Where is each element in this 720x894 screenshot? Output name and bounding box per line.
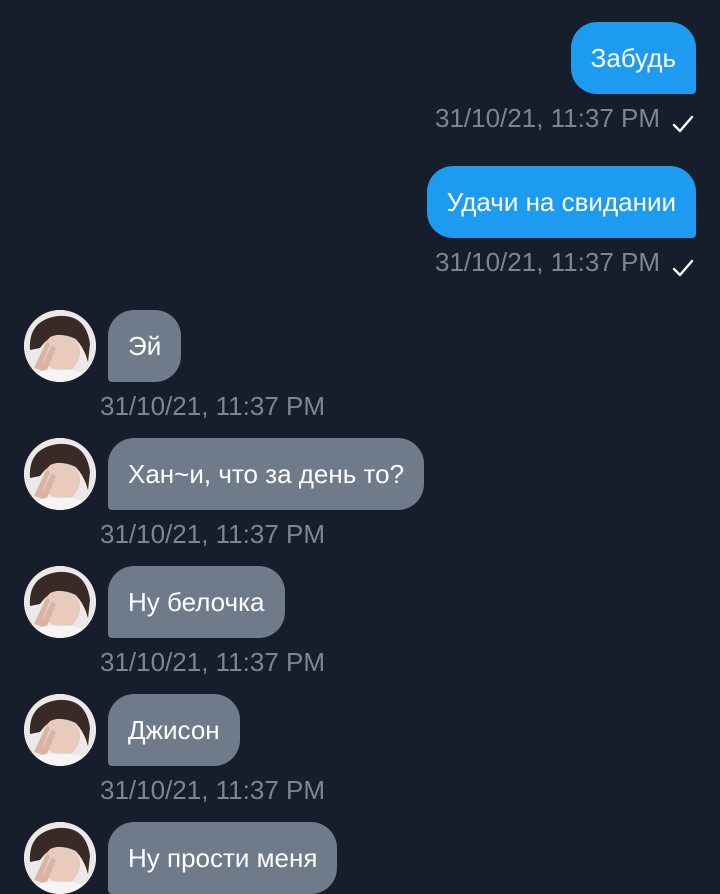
message-text: Удачи на свидании <box>446 187 676 217</box>
avatar[interactable] <box>24 438 96 510</box>
message-bubble-incoming[interactable]: Джисон <box>108 694 240 766</box>
message-bubble-incoming[interactable]: Ну белочка <box>108 566 285 638</box>
message-timestamp: 31/10/21, 11:37 PM <box>100 647 326 677</box>
message-bubble-incoming[interactable]: Эй <box>108 310 182 382</box>
message-text: Хан~и, что за день то? <box>128 459 405 489</box>
message-timestamp: 31/10/21, 11:37 PM <box>434 247 660 277</box>
message-text: Джисон <box>128 715 220 745</box>
message-bubble-incoming[interactable]: Хан~и, что за день то? <box>108 438 425 510</box>
avatar[interactable] <box>24 822 96 894</box>
message-timestamp: 31/10/21, 11:37 PM <box>434 103 660 133</box>
message-meta: 31/10/21, 11:37 PM <box>435 245 694 279</box>
message-timestamp: 31/10/21, 11:37 PM <box>100 519 326 549</box>
message-text: Ну прости меня <box>128 843 318 873</box>
message-bubble-outgoing[interactable]: Забудь <box>570 22 696 94</box>
message-text: Забудь <box>590 43 676 73</box>
avatar[interactable] <box>24 310 96 382</box>
message-text: Эй <box>128 331 162 361</box>
avatar[interactable] <box>24 694 96 766</box>
message-text: Ну белочка <box>128 587 265 617</box>
message-bubble-outgoing[interactable]: Удачи на свидании <box>426 166 696 238</box>
chat-thread: Забудь 31/10/21, 11:37 PM Удачи на свида… <box>0 0 720 894</box>
message-timestamp: 31/10/21, 11:37 PM <box>100 775 326 805</box>
message-meta: 31/10/21, 11:37 PM <box>435 101 694 135</box>
avatar[interactable] <box>24 566 96 638</box>
message-bubble-incoming[interactable]: Ну прости меня <box>108 822 338 894</box>
message-timestamp: 31/10/21, 11:37 PM <box>100 391 326 421</box>
check-icon <box>672 252 694 277</box>
check-icon <box>672 108 694 133</box>
